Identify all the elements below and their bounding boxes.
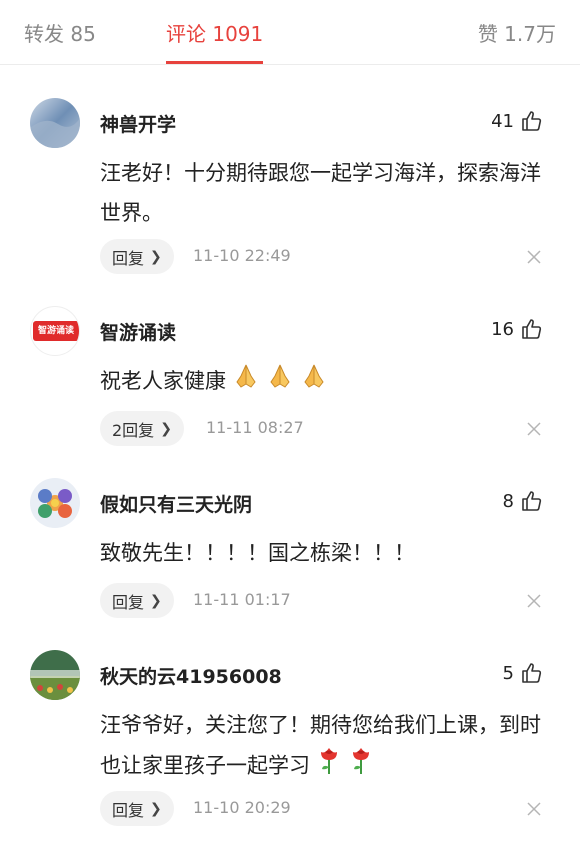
close-icon[interactable]	[526, 593, 542, 609]
comment-text-content: 祝老人家健康	[100, 369, 226, 393]
reply-label: 回复	[112, 248, 145, 268]
avatar[interactable]: 智游诵读	[30, 306, 80, 356]
like-button[interactable]: 5	[503, 658, 544, 688]
comment-text: 汪爷爷好，关注您了！期待您给我们上课，到时也让家里孩子一起学习	[100, 705, 555, 788]
comment-item: 假如只有三天光阴 8 致敬先生！！！！国之栋梁！！！ 回复 ❯ 11-11 01:…	[0, 478, 580, 628]
comment-item: 秋天的云41956008 5 汪爷爷好，关注您了！期待您给我们上课，到时也让家里…	[0, 650, 580, 835]
reply-label: 回复	[112, 800, 145, 820]
reply-label: 回复	[112, 592, 145, 612]
chevron-right-icon: ❯	[150, 248, 162, 265]
reply-button[interactable]: 回复 ❯	[100, 239, 174, 274]
comment-text: 汪老好！十分期待跟您一起学习海洋，探索海洋世界。	[100, 161, 541, 225]
like-count: 8	[502, 490, 514, 512]
comment-text: 祝老人家健康	[100, 361, 555, 403]
chevron-right-icon: ❯	[160, 420, 172, 437]
reply-button[interactable]: 回复 ❯	[100, 791, 174, 826]
close-icon[interactable]	[526, 249, 542, 265]
comment-item: 神兽开学 41 汪老好！十分期待跟您一起学习海洋，探索海洋世界。 回复 ❯ 11-…	[0, 98, 580, 278]
comment-text: 致敬先生！！！！国之栋梁！！！	[100, 541, 415, 565]
like-button[interactable]: 41	[491, 106, 544, 136]
folded-hands-icon	[300, 362, 328, 403]
avatar[interactable]	[30, 98, 80, 148]
timestamp: 11-11 01:17	[193, 590, 291, 609]
comment-item: 智游诵读 智游诵读 16 祝老人家健康 2回复 ❯ 11-11 08:27	[0, 306, 580, 456]
username[interactable]: 秋天的云41956008	[100, 662, 282, 689]
tab-likes[interactable]: 赞 1.7万	[478, 18, 556, 47]
tab-bar: 转发 85 评论 1091 赞 1.7万	[0, 0, 580, 65]
username[interactable]: 智游诵读	[100, 318, 176, 345]
tab-repost[interactable]: 转发 85	[24, 18, 96, 47]
like-button[interactable]: 16	[491, 314, 544, 344]
timestamp: 11-10 22:49	[193, 246, 291, 265]
chevron-right-icon: ❯	[150, 800, 162, 817]
close-icon[interactable]	[526, 421, 542, 437]
like-count: 16	[491, 318, 514, 340]
avatar[interactable]	[30, 478, 80, 528]
timestamp: 11-11 08:27	[206, 418, 304, 437]
active-tab-indicator	[166, 61, 263, 64]
username[interactable]: 假如只有三天光阴	[100, 490, 252, 517]
like-button[interactable]: 8	[503, 486, 544, 516]
folded-hands-icon	[232, 362, 260, 403]
timestamp: 11-10 20:29	[193, 798, 291, 817]
folded-hands-icon	[266, 362, 294, 403]
username[interactable]: 神兽开学	[100, 110, 176, 137]
reply-button[interactable]: 回复 ❯	[100, 583, 174, 618]
like-count: 41	[491, 110, 514, 132]
rose-icon	[348, 745, 374, 788]
like-count: 5	[502, 662, 514, 684]
thumbs-up-icon	[522, 111, 542, 131]
close-icon[interactable]	[526, 801, 542, 817]
avatar-brand-label: 智游诵读	[33, 321, 79, 341]
reply-button[interactable]: 2回复 ❯	[100, 411, 184, 446]
chevron-right-icon: ❯	[150, 592, 162, 609]
avatar[interactable]	[30, 650, 80, 700]
tab-comments[interactable]: 评论 1091	[166, 18, 263, 47]
thumbs-up-icon	[522, 491, 542, 511]
thumbs-up-icon	[522, 663, 542, 683]
rose-icon	[316, 745, 342, 788]
reply-label: 2回复	[112, 420, 155, 440]
thumbs-up-icon	[522, 319, 542, 339]
